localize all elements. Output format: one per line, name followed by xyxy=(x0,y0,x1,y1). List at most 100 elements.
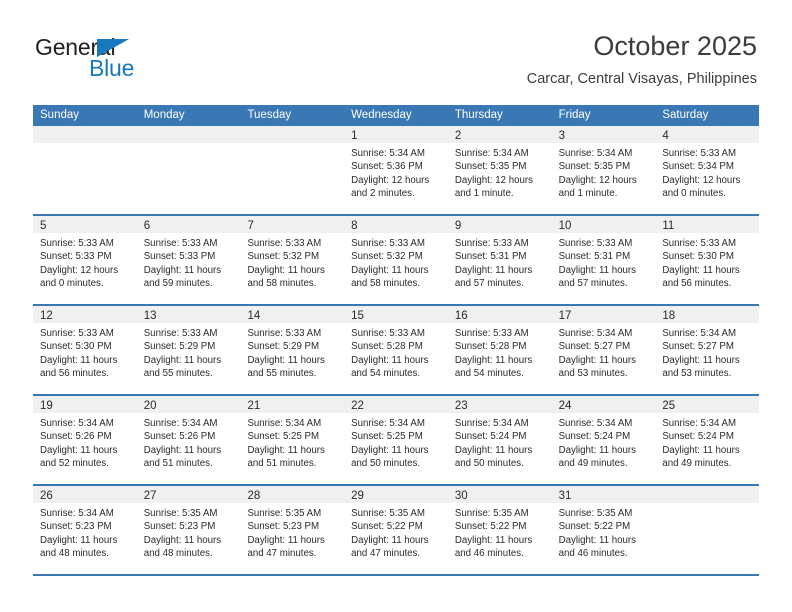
daylight-text-line1: Daylight: 11 hours xyxy=(558,264,636,276)
daylight-text-line1: Daylight: 11 hours xyxy=(143,534,222,546)
day-details: Sunrise: 5:33 AM Sunset: 5:33 PM Daylight:… xyxy=(33,233,137,291)
sunrise-text: Sunrise: 5:33 AM xyxy=(662,148,737,159)
calendar-day-cell[interactable]: 19 Sunrise: 5:34 AM Sunset: 5:26 PM Dayligh… xyxy=(33,396,137,484)
sunrise-text: Sunrise: 5:33 AM xyxy=(247,328,322,339)
calendar-day-cell[interactable]: 2 Sunrise: 5:34 AM Sunset: 5:35 PM Daylight… xyxy=(447,126,552,214)
daylight-text-line1: Daylight: 12 hours xyxy=(40,264,119,276)
page-header: General Blue October 2025 Carcar, Centra… xyxy=(35,30,757,100)
day-number: 19 xyxy=(40,400,53,412)
calendar-day-cell[interactable]: 23 Sunrise: 5:34 AM Sunset: 5:24 PM Dayligh… xyxy=(447,396,552,484)
calendar-week-row: 19 Sunrise: 5:34 AM Sunset: 5:26 PM Dayligh… xyxy=(33,396,760,486)
day-number: 22 xyxy=(351,400,364,412)
sunset-text: Sunset: 5:24 PM xyxy=(454,431,527,443)
calendar-day-cell[interactable]: 11 Sunrise: 5:33 AM Sunset: 5:30 PM Dayligh… xyxy=(655,216,760,304)
calendar-day-cell[interactable]: 8 Sunrise: 5:33 AM Sunset: 5:32 PM Daylight… xyxy=(344,216,448,304)
calendar-day-cell[interactable]: 15 Sunrise: 5:33 AM Sunset: 5:28 PM Dayligh… xyxy=(344,306,448,394)
calendar-day-cell[interactable]: 24 Sunrise: 5:34 AM Sunset: 5:24 PM Dayligh… xyxy=(551,396,656,484)
daylight-text-line2: and 50 minutes. xyxy=(454,458,524,470)
sunset-text: Sunset: 5:34 PM xyxy=(662,161,734,173)
day-details: Sunrise: 5:35 AM Sunset: 5:23 PM Daylight:… xyxy=(137,503,241,561)
day-number: 13 xyxy=(143,310,157,322)
sunrise-text: Sunrise: 5:34 AM xyxy=(662,328,737,339)
day-number-strip: 8 xyxy=(344,216,448,233)
day-number: 10 xyxy=(558,220,572,232)
day-number-strip: 11 xyxy=(655,216,760,233)
day-details xyxy=(240,143,344,147)
sunset-text: Sunset: 5:29 PM xyxy=(247,341,320,353)
sunset-text: Sunset: 5:22 PM xyxy=(351,521,423,533)
day-details: Sunrise: 5:34 AM Sunset: 5:35 PM Daylight:… xyxy=(552,143,656,201)
calendar-day-cell[interactable]: 5 Sunrise: 5:33 AM Sunset: 5:33 PM Daylight… xyxy=(33,216,137,304)
generalblue-logo[interactable]: General Blue xyxy=(35,34,215,90)
calendar-day-cell[interactable]: 9 Sunrise: 5:33 AM Sunset: 5:31 PM Daylight… xyxy=(447,216,552,304)
calendar-day-cell[interactable]: 26 Sunrise: 5:34 AM Sunset: 5:23 PM Dayligh… xyxy=(33,486,137,574)
day-number-strip: 14 xyxy=(240,306,345,323)
day-number: 5 xyxy=(40,220,47,232)
calendar-day-cell[interactable]: 25 Sunrise: 5:34 AM Sunset: 5:24 PM Dayligh… xyxy=(655,396,760,484)
daylight-text-line1: Daylight: 11 hours xyxy=(143,264,222,276)
sunrise-text: Sunrise: 5:33 AM xyxy=(558,238,633,249)
calendar-weeks: 1 Sunrise: 5:34 AM Sunset: 5:36 PM Daylight… xyxy=(33,126,760,576)
calendar-day-cell[interactable]: 1 Sunrise: 5:34 AM Sunset: 5:36 PM Daylight… xyxy=(344,126,448,214)
daylight-text-line2: and 57 minutes. xyxy=(454,278,524,290)
day-number: 31 xyxy=(558,490,572,502)
daylight-text-line1: Daylight: 11 hours xyxy=(247,264,325,276)
daylight-text-line2: and 54 minutes. xyxy=(351,368,421,380)
calendar-day-cell[interactable]: 4 Sunrise: 5:33 AM Sunset: 5:34 PM Daylight… xyxy=(655,126,760,214)
calendar-day-cell[interactable]: 29 Sunrise: 5:35 AM Sunset: 5:22 PM Dayligh… xyxy=(344,486,448,574)
day-number: 8 xyxy=(351,220,358,232)
calendar-day-cell[interactable]: 21 Sunrise: 5:34 AM Sunset: 5:25 PM Dayligh… xyxy=(240,396,345,484)
calendar-day-cell[interactable]: 17 Sunrise: 5:34 AM Sunset: 5:27 PM Dayligh… xyxy=(551,306,656,394)
sunset-text: Sunset: 5:35 PM xyxy=(454,161,527,173)
sunset-text: Sunset: 5:35 PM xyxy=(558,161,631,173)
day-number-strip xyxy=(33,126,137,143)
day-number: 2 xyxy=(454,130,462,142)
sunset-text: Sunset: 5:26 PM xyxy=(40,431,112,443)
calendar-day-cell[interactable]: 3 Sunrise: 5:34 AM Sunset: 5:35 PM Daylight… xyxy=(551,126,656,214)
calendar-day-cell[interactable]: 13 Sunrise: 5:33 AM Sunset: 5:29 PM Dayligh… xyxy=(136,306,241,394)
weekday-friday: Friday xyxy=(558,109,591,121)
daylight-text-line1: Daylight: 11 hours xyxy=(40,534,118,546)
daylight-text-line2: and 55 minutes. xyxy=(143,368,213,380)
calendar-day-cell[interactable]: 7 Sunrise: 5:33 AM Sunset: 5:32 PM Daylight… xyxy=(240,216,345,304)
day-number-strip: 15 xyxy=(344,306,448,323)
day-details xyxy=(137,143,241,147)
calendar-day-cell[interactable]: 12 Sunrise: 5:33 AM Sunset: 5:30 PM Dayligh… xyxy=(33,306,137,394)
page-title: October 2025 xyxy=(593,31,757,61)
calendar-day-cell[interactable]: 22 Sunrise: 5:34 AM Sunset: 5:25 PM Dayligh… xyxy=(344,396,448,484)
day-number: 4 xyxy=(662,130,669,142)
day-details: Sunrise: 5:34 AM Sunset: 5:27 PM Daylight:… xyxy=(655,323,759,381)
calendar-week-row: 12 Sunrise: 5:33 AM Sunset: 5:30 PM Dayligh… xyxy=(33,306,760,396)
calendar-day-cell[interactable]: 28 Sunrise: 5:35 AM Sunset: 5:23 PM Dayligh… xyxy=(240,486,345,574)
day-number: 26 xyxy=(40,490,53,502)
day-number-strip: 31 xyxy=(551,486,656,503)
calendar-day-cell[interactable]: 31 Sunrise: 5:35 AM Sunset: 5:22 PM Dayligh… xyxy=(551,486,656,574)
sunset-text: Sunset: 5:30 PM xyxy=(662,251,734,263)
sunset-text: Sunset: 5:30 PM xyxy=(40,341,112,353)
calendar-day-cell[interactable]: 14 Sunrise: 5:33 AM Sunset: 5:29 PM Dayligh… xyxy=(240,306,345,394)
daylight-text-line1: Daylight: 12 hours xyxy=(351,174,430,186)
day-details: Sunrise: 5:33 AM Sunset: 5:29 PM Daylight:… xyxy=(240,323,344,381)
daylight-text-line2: and 58 minutes. xyxy=(351,278,421,290)
calendar-day-cell[interactable]: 16 Sunrise: 5:33 AM Sunset: 5:28 PM Dayligh… xyxy=(447,306,552,394)
calendar-day-cell-empty xyxy=(136,126,241,214)
day-number-strip xyxy=(136,126,241,143)
calendar-day-cell[interactable]: 30 Sunrise: 5:35 AM Sunset: 5:22 PM Dayligh… xyxy=(447,486,552,574)
daylight-text-line2: and 53 minutes. xyxy=(662,368,732,380)
sunrise-text: Sunrise: 5:33 AM xyxy=(351,328,425,339)
logo-text-blue: Blue xyxy=(89,55,135,81)
calendar-day-cell[interactable]: 18 Sunrise: 5:34 AM Sunset: 5:27 PM Dayligh… xyxy=(655,306,760,394)
calendar-day-cell[interactable]: 20 Sunrise: 5:34 AM Sunset: 5:26 PM Dayligh… xyxy=(136,396,241,484)
day-number: 15 xyxy=(351,310,364,322)
day-number-strip: 13 xyxy=(136,306,241,323)
calendar-day-cell[interactable]: 6 Sunrise: 5:33 AM Sunset: 5:33 PM Daylight… xyxy=(136,216,241,304)
day-details: Sunrise: 5:33 AM Sunset: 5:28 PM Daylight:… xyxy=(344,323,448,381)
calendar-day-cell[interactable]: 10 Sunrise: 5:33 AM Sunset: 5:31 PM Dayligh… xyxy=(551,216,656,304)
daylight-text-line1: Daylight: 11 hours xyxy=(40,354,118,366)
sunset-text: Sunset: 5:23 PM xyxy=(40,521,112,533)
sunrise-text: Sunrise: 5:33 AM xyxy=(143,238,218,249)
calendar-day-cell[interactable]: 27 Sunrise: 5:35 AM Sunset: 5:23 PM Dayligh… xyxy=(136,486,241,574)
daylight-text-line2: and 1 minute. xyxy=(558,188,618,200)
day-details: Sunrise: 5:35 AM Sunset: 5:23 PM Daylight:… xyxy=(240,503,344,561)
daylight-text-line2: and 51 minutes. xyxy=(143,458,213,470)
